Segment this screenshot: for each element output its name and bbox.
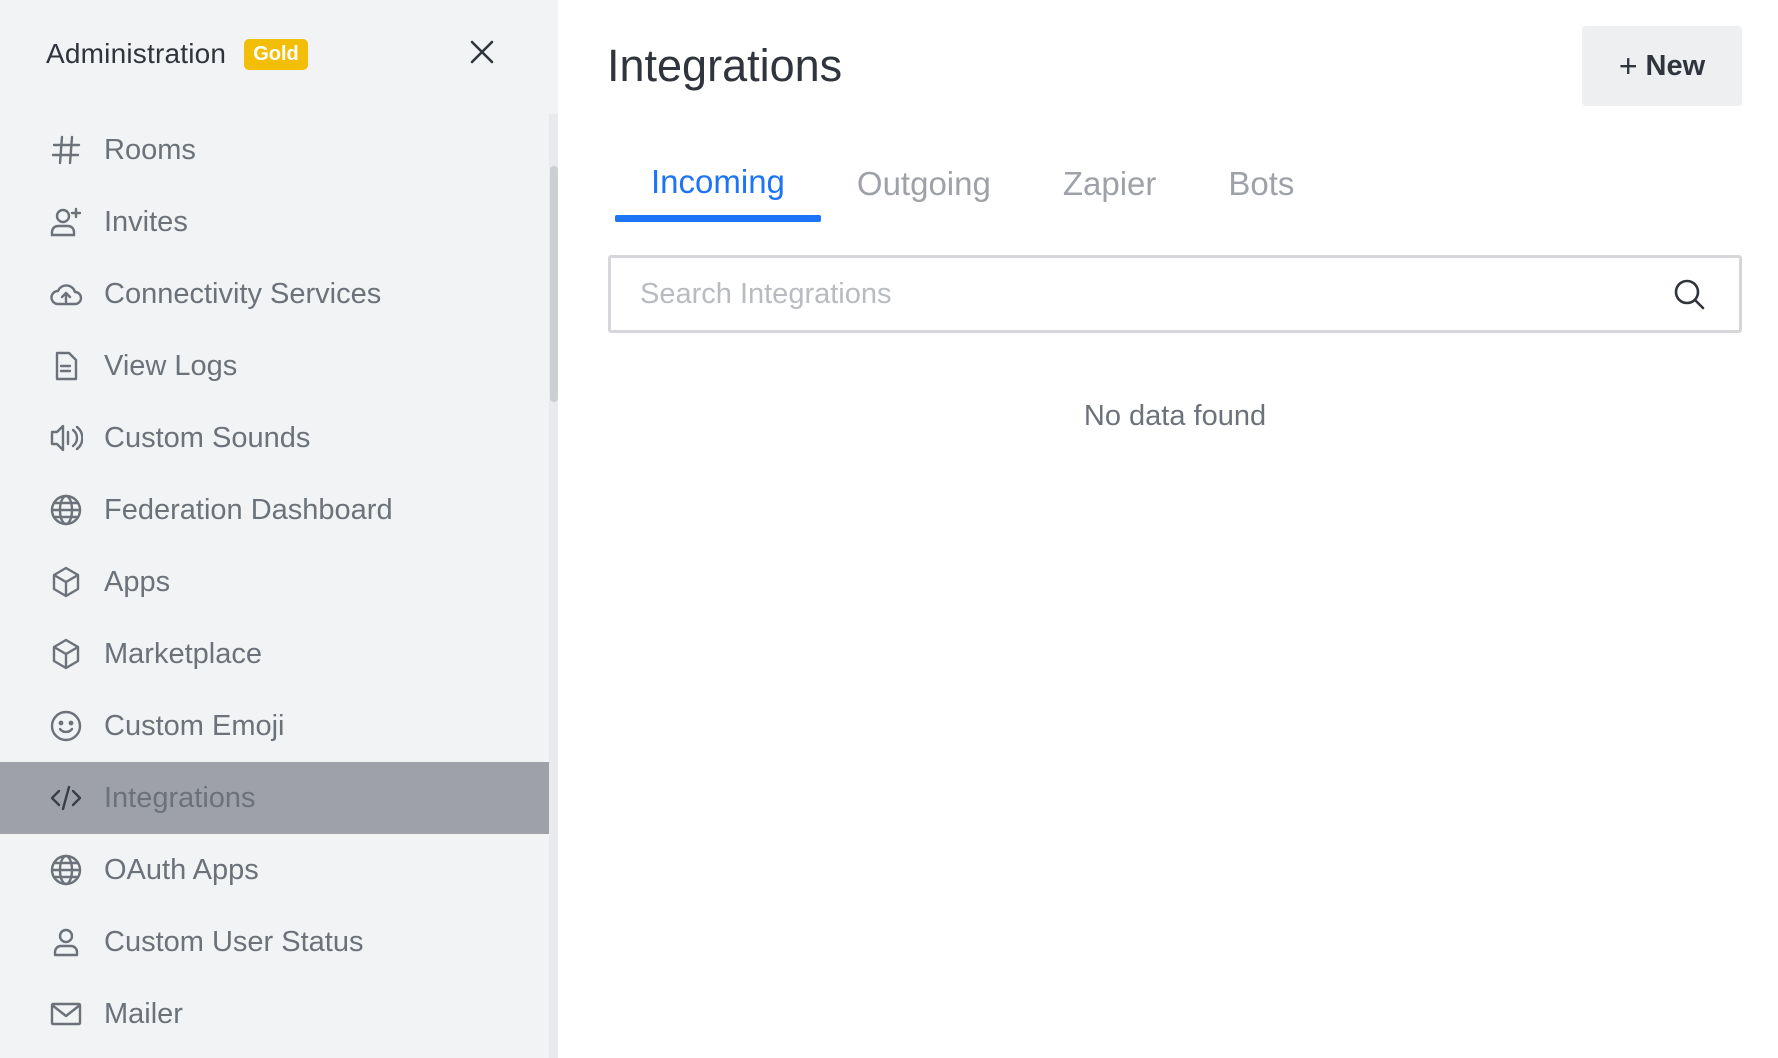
- plus-icon: +: [1618, 48, 1638, 84]
- sidebar-title: Administration: [46, 38, 227, 69]
- tab-zapier[interactable]: Zapier: [1027, 150, 1193, 222]
- search-box: [608, 255, 1742, 333]
- hash-icon: [48, 132, 84, 168]
- tab-label: Incoming: [651, 163, 785, 200]
- sidebar-item-label: Integrations: [104, 781, 256, 814]
- cloud-icon: [48, 276, 84, 312]
- sidebar-item-label: Custom User Status: [104, 925, 364, 958]
- sidebar-item-label: Rooms: [104, 133, 196, 166]
- tab-outgoing[interactable]: Outgoing: [821, 150, 1027, 222]
- tab-label: Outgoing: [856, 165, 991, 202]
- close-icon: [470, 40, 494, 64]
- sidebar-item-view-logs[interactable]: View Logs: [0, 330, 550, 402]
- user-plus-icon: [48, 204, 84, 240]
- tab-incoming[interactable]: Incoming: [615, 150, 821, 222]
- globe-icon: [48, 492, 84, 528]
- sidebar-item-connectivity-services[interactable]: Connectivity Services: [0, 258, 550, 330]
- sidebar-item-federation-dashboard[interactable]: Federation Dashboard: [0, 474, 550, 546]
- plan-badge: Gold: [244, 38, 308, 70]
- sidebar-item-label: Marketplace: [104, 637, 262, 670]
- sidebar-item-label: Federation Dashboard: [104, 493, 393, 526]
- sidebar-item-marketplace[interactable]: Marketplace: [0, 618, 550, 690]
- sidebar-item-label: Invites: [104, 205, 188, 238]
- tab-label: Zapier: [1062, 165, 1157, 202]
- sidebar-item-custom-emoji[interactable]: Custom Emoji: [0, 690, 550, 762]
- mail-icon: [48, 996, 84, 1032]
- sidebar-item-apps[interactable]: Apps: [0, 546, 550, 618]
- integration-tabs: Incoming Outgoing Zapier Bots: [615, 150, 1330, 222]
- sidebar-header: Administration Gold: [46, 32, 308, 76]
- sidebar-item-label: Mailer: [104, 997, 183, 1030]
- speaker-icon: [48, 420, 84, 456]
- new-integration-button[interactable]: + New: [1582, 26, 1742, 106]
- admin-nav-list: Rooms Invites Connectivity Services View…: [0, 114, 550, 1050]
- sidebar: Administration Gold Rooms Invites Connec…: [0, 0, 558, 1058]
- sidebar-item-invites[interactable]: Invites: [0, 186, 550, 258]
- sidebar-item-mailer[interactable]: Mailer: [0, 978, 550, 1050]
- sidebar-item-label: View Logs: [104, 349, 238, 382]
- sidebar-scrollbar-thumb[interactable]: [550, 166, 558, 402]
- sidebar-item-label: Custom Sounds: [104, 421, 311, 454]
- cube-icon: [48, 636, 84, 672]
- search-icon[interactable]: [1671, 276, 1707, 312]
- main-content: Integrations + New Incoming Outgoing Zap…: [558, 0, 1778, 1058]
- search-input[interactable]: [611, 257, 1671, 331]
- globe-icon: [48, 852, 84, 888]
- page-title: Integrations: [607, 40, 843, 91]
- sidebar-item-label: Apps: [104, 565, 171, 598]
- sidebar-item-label: OAuth Apps: [104, 853, 259, 886]
- sidebar-item-custom-user-status[interactable]: Custom User Status: [0, 906, 550, 978]
- empty-state-message: No data found: [1083, 400, 1267, 432]
- new-button-label: New: [1645, 49, 1706, 82]
- sidebar-item-label: Custom Emoji: [104, 709, 285, 742]
- code-icon: [48, 780, 84, 816]
- sidebar-item-custom-sounds[interactable]: Custom Sounds: [0, 402, 550, 474]
- sidebar-item-rooms[interactable]: Rooms: [0, 114, 550, 186]
- document-icon: [48, 348, 84, 384]
- tab-bots[interactable]: Bots: [1192, 150, 1330, 222]
- sidebar-item-label: Connectivity Services: [104, 277, 382, 310]
- cube-icon: [48, 564, 84, 600]
- user-icon: [48, 924, 84, 960]
- close-sidebar-button[interactable]: [466, 36, 498, 68]
- sidebar-item-integrations[interactable]: Integrations: [0, 762, 550, 834]
- sidebar-item-oauth-apps[interactable]: OAuth Apps: [0, 834, 550, 906]
- emoji-icon: [48, 708, 84, 744]
- tab-label: Bots: [1228, 165, 1295, 202]
